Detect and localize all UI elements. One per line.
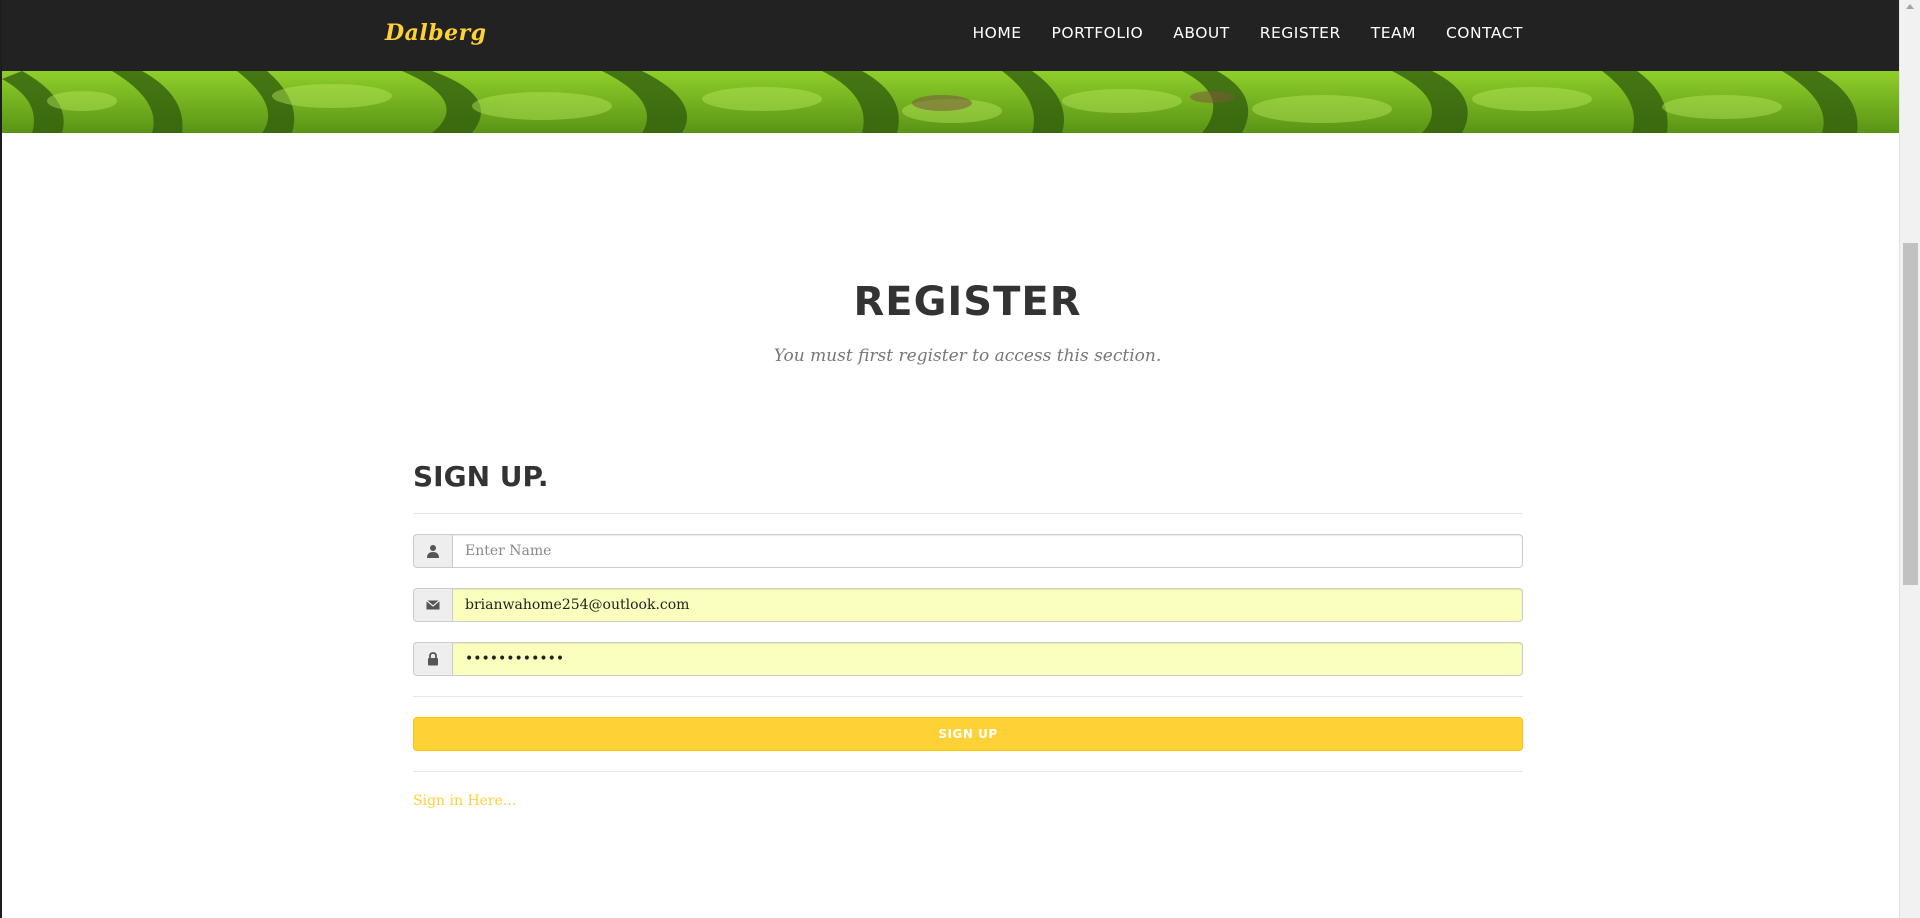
password-field-group [413,642,1523,676]
hero-banner-image [2,71,1901,133]
signup-button[interactable]: SIGN UP [413,717,1523,751]
email-field-group [413,588,1523,622]
nav-contact[interactable]: CONTACT [1446,24,1523,42]
nav-register[interactable]: REGISTER [1260,24,1341,42]
page-subtitle: You must first register to access this s… [773,346,1162,366]
brand-logo[interactable]: Dalberg [385,20,487,46]
vertical-scrollbar[interactable] [1899,0,1920,918]
nav-about[interactable]: ABOUT [1173,24,1229,42]
nav-team[interactable]: TEAM [1371,24,1416,42]
user-icon [413,534,452,568]
page-title: REGISTER [853,279,1082,325]
scrollbar-thumb[interactable] [1903,243,1918,585]
nav-menu: HOME PORTFOLIO ABOUT REGISTER TEAM CONTA… [943,24,1523,42]
envelope-icon [413,588,452,622]
navbar: Dalberg HOME PORTFOLIO ABOUT REGISTER TE… [2,0,1901,71]
page: Dalberg HOME PORTFOLIO ABOUT REGISTER TE… [0,0,1901,918]
nav-portfolio[interactable]: PORTFOLIO [1052,24,1144,42]
name-input[interactable] [452,534,1523,568]
signup-heading: SIGN UP. [413,460,549,493]
nav-home[interactable]: HOME [973,24,1022,42]
divider [413,771,1523,772]
name-field-group [413,534,1523,568]
signup-form: SIGN UP. SIGN UP Sign in Here... [413,455,1523,810]
signin-link[interactable]: Sign in Here... [413,793,516,809]
email-input[interactable] [452,588,1523,622]
lock-icon [413,642,452,676]
divider [413,696,1523,697]
divider [413,513,1523,514]
password-input[interactable] [452,642,1523,676]
scroll-up-arrow-icon[interactable] [1906,4,1914,9]
